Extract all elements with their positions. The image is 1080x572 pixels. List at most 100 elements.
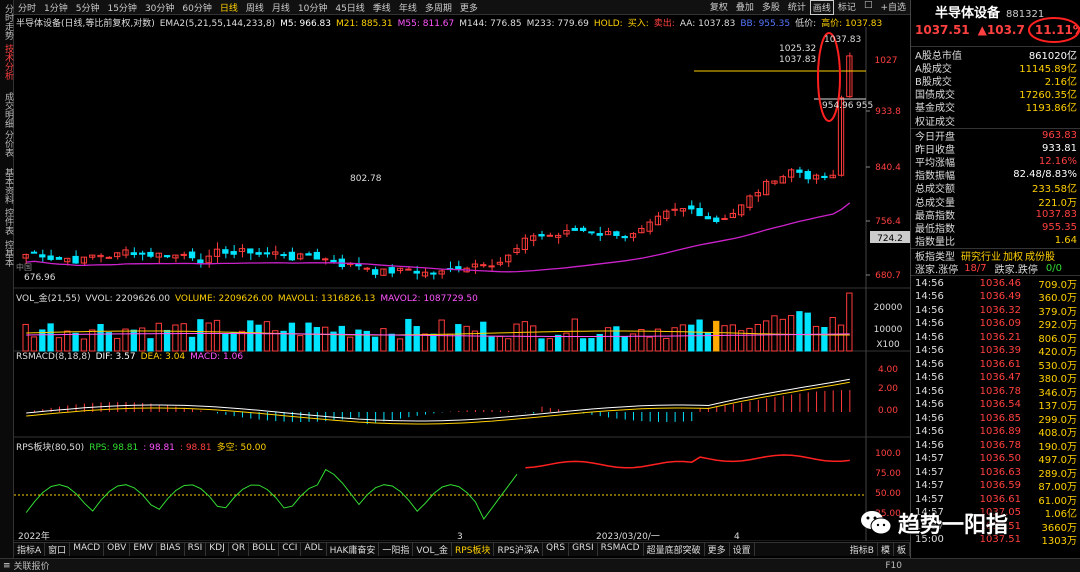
volume-bar (72, 332, 79, 352)
indicator-tab-10[interactable]: CCI (279, 543, 302, 556)
volume-bar (188, 336, 196, 352)
candle-body (138, 252, 146, 255)
status-f10[interactable]: F10 (885, 561, 1080, 571)
tick-row: 14:56 1036.39 420.0万 (911, 344, 1080, 358)
period-tab-3[interactable]: 15分钟 (103, 1, 140, 14)
left-tab-2[interactable]: 成交明细 (1, 92, 13, 128)
period-tab-8[interactable]: 月线 (268, 1, 294, 14)
candle-body (47, 255, 54, 260)
candle-body (571, 227, 578, 231)
indicator-tab-3[interactable]: OBV (104, 543, 131, 556)
candle-body (64, 257, 71, 263)
candlestick-chart[interactable]: 1037.831025.321037.83954.96 955802.78676.… (14, 15, 910, 541)
main_legend-item-6: M233: 779.69 (526, 19, 589, 29)
macd_legend-item-2: DEA: 3.04 (140, 352, 186, 362)
period-tab-10[interactable]: 45日线 (331, 1, 368, 14)
indicator-tab-12[interactable]: HAK庸奋安 (327, 543, 380, 556)
volume-bar (421, 333, 429, 352)
indicator-tab-14[interactable]: VOL_金 (413, 543, 453, 556)
tick-time: 14:56 (915, 385, 944, 397)
tick-row: 14:56 1036.47 380.0万 (911, 371, 1080, 385)
indicator-tab-8[interactable]: QR (229, 543, 250, 556)
left-tab-6[interactable]: 控基本 (1, 240, 13, 267)
market-row: A股成交 11145.89亿 (911, 61, 1080, 75)
period-tab-13[interactable]: 多周期 (421, 1, 456, 14)
tick-price: 1036.47 (979, 372, 1021, 384)
indicator-tab-11[interactable]: ADL (301, 543, 327, 556)
period-tab-1[interactable]: 1分钟 (40, 1, 72, 14)
tool-button-1[interactable]: 叠加 (732, 0, 758, 15)
period-tab-5[interactable]: 60分钟 (178, 1, 215, 14)
stat-row: 最高指数 1037.83 (911, 208, 1080, 222)
volume-bar (446, 333, 454, 352)
indicator-tab-9[interactable]: BOLL (249, 543, 280, 556)
period-tab-12[interactable]: 年线 (395, 1, 421, 14)
left-tab-1[interactable]: 技术分析 (1, 44, 13, 80)
indicator-tab-6[interactable]: RSI (185, 543, 207, 556)
tick-row: 14:56 1036.32 379.0万 (911, 303, 1080, 318)
indicator-right-tab-2[interactable]: 板 (894, 543, 910, 556)
period-tabs: 分时 1分钟 5分钟 15分钟 30分钟 60分钟 日线 周线 月线 10分钟 45日线 季线 年线 多周… (14, 1, 482, 14)
price-axis-label: 756.4 (875, 217, 901, 227)
tool-button-7[interactable]: +自选 (876, 0, 910, 15)
tick-time: 14:56 (915, 277, 944, 289)
period-tab-7[interactable]: 周线 (242, 1, 268, 14)
indicator-tab-13[interactable]: 一阳指 (379, 543, 414, 556)
tool-button-6[interactable]: □ (860, 0, 877, 15)
tick-time: 14:56 (915, 412, 944, 424)
indicator-tab-2[interactable]: MACD (70, 543, 105, 556)
tick-price: 1036.46 (979, 277, 1021, 289)
period-tab-6[interactable]: 日线 (216, 1, 242, 14)
indicator-tab-0[interactable]: 指标A (14, 543, 46, 556)
left-tab-3[interactable]: 分价表 (1, 130, 13, 157)
indicator-tab-20[interactable]: 超量底部突破 (644, 543, 705, 556)
indicator-right-tab-1[interactable]: 模 (878, 543, 894, 556)
tool-button-0[interactable]: 复权 (706, 0, 732, 15)
period-tab-4[interactable]: 30分钟 (141, 1, 178, 14)
indicator-tab-4[interactable]: EMV (130, 543, 157, 556)
rps-line (25, 468, 518, 520)
tick-volume: 1303万 (1041, 536, 1077, 548)
volume-bar (563, 332, 570, 352)
left-tab-5[interactable]: 控件表 (1, 208, 13, 235)
indicator-tab-5[interactable]: BIAS (157, 543, 185, 556)
indicator-tab-15[interactable]: RPS板块 (452, 543, 495, 556)
left-tab-4[interactable]: 基本资料 (1, 168, 13, 204)
tool-button-5[interactable]: 标记 (834, 0, 860, 15)
tool-button-3[interactable]: 统计 (784, 0, 810, 15)
volume-bar (505, 338, 512, 352)
indicator-tab-22[interactable]: 设置 (730, 543, 755, 556)
candle-body (230, 251, 237, 255)
tick-row: 14:57 1036.50 497.0万 (911, 452, 1080, 466)
period-tab-11[interactable]: 季线 (369, 1, 395, 14)
period-tab-2[interactable]: 5分钟 (72, 1, 104, 14)
candle-body (846, 55, 853, 98)
volume-bar (771, 315, 778, 352)
indicator-right-tab-0[interactable]: 指标B (847, 543, 878, 556)
tick-row: 14:56 1036.85 299.0万 (911, 411, 1080, 426)
tool-button-4[interactable]: 画线 (809, 0, 834, 15)
price-axis-label: 933.8 (875, 107, 901, 117)
status-left-text[interactable]: 关联报价 (14, 559, 50, 572)
tick-row: 14:56 1036.21 806.0万 (911, 330, 1080, 345)
indicator-tab-7[interactable]: KDJ (206, 543, 229, 556)
tool-button-2[interactable]: 多股 (758, 0, 784, 15)
indicator-tab-17[interactable]: QRS (543, 543, 570, 556)
tick-price: 1036.54 (979, 399, 1021, 411)
candle-body (280, 254, 287, 257)
volume-legend: VOL_金(21,55) VVOL: 2209626.00 VOLUME: 2209… (16, 291, 483, 304)
period-tab-9[interactable]: 10分钟 (294, 1, 331, 14)
indicator-tab-19[interactable]: RSMACD (598, 543, 644, 556)
period-tab-0[interactable]: 分时 (14, 1, 40, 14)
volume-bar (654, 328, 662, 352)
indicator-tab-16[interactable]: RPS沪深A (494, 543, 543, 556)
up-count-value: 18/7 (964, 263, 987, 275)
indicator-tab-21[interactable]: 更多 (705, 543, 730, 556)
indicator-tab-1[interactable]: 窗口 (45, 543, 71, 556)
main_legend-item-2: M5: 966.83 (280, 19, 332, 29)
volume-bar (247, 320, 254, 352)
indicator-tab-18[interactable]: GRSI (569, 543, 598, 556)
period-tab-14[interactable]: 更多 (456, 1, 482, 14)
chart-area[interactable]: 1037.83 1025.32 1037.83 954.96 955 802.78 676.… (14, 15, 910, 541)
left-tab-0[interactable]: 分时走势 (1, 4, 13, 40)
